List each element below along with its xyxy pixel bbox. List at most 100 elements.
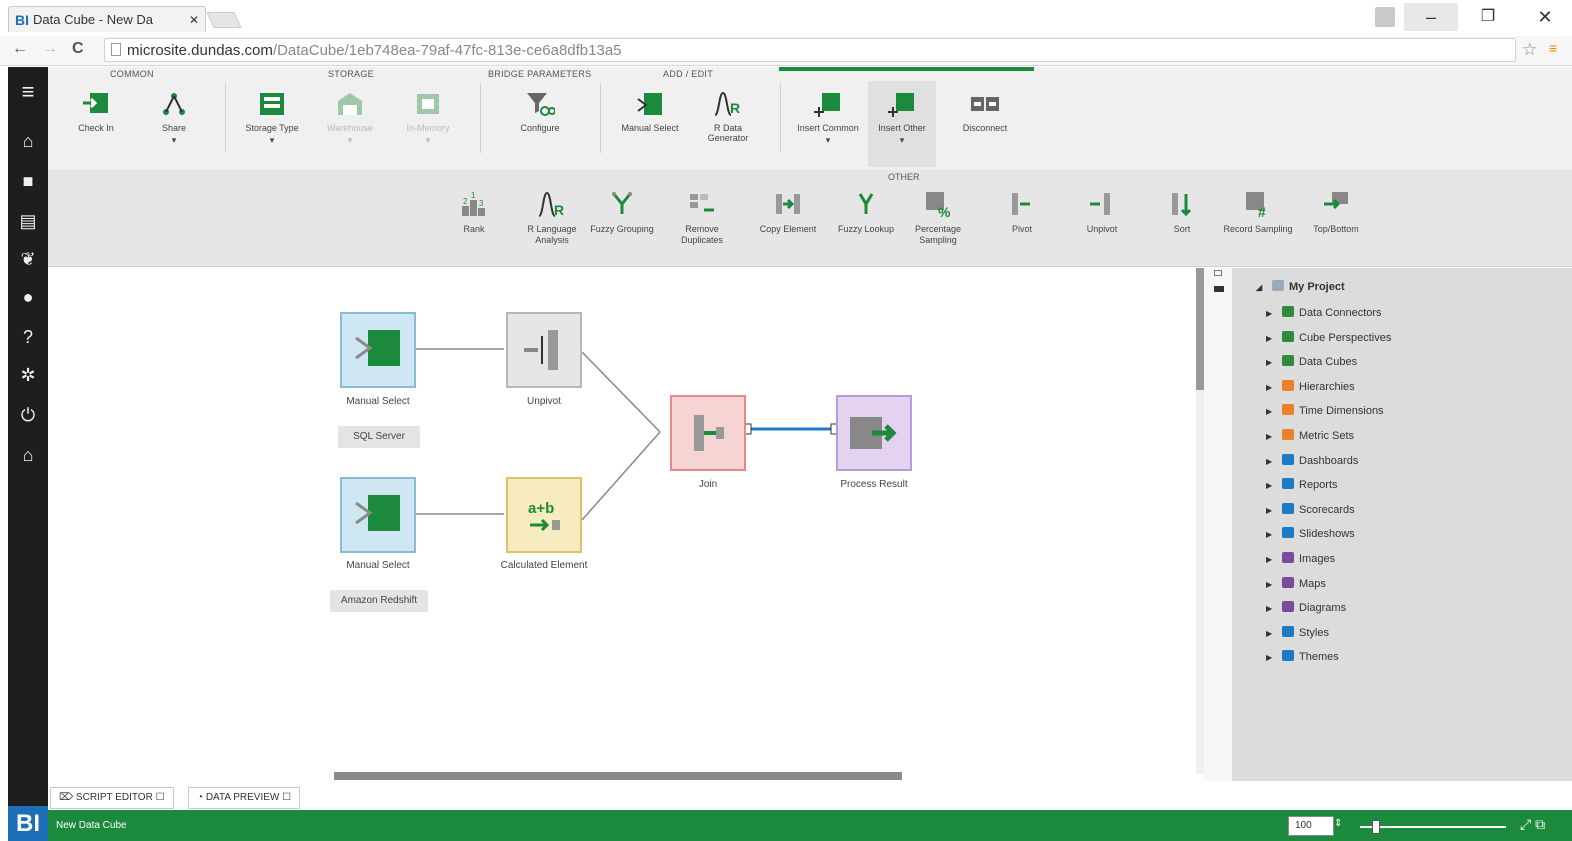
horizontal-scrollbar-thumb[interactable] [334,772,902,780]
tree-item[interactable]: ▶ Slideshows [1266,527,1355,540]
rank-button[interactable]: 213 Rank [438,186,510,235]
fuzzy-lookup-button[interactable]: Fuzzy Lookup [830,186,902,235]
tree-item[interactable]: ▶ Dashboards [1266,453,1358,467]
zoom-input[interactable]: 100 [1288,816,1334,836]
expand-arrow-icon[interactable]: ▶ [1266,383,1274,392]
help-icon[interactable]: ? [8,327,48,348]
expand-arrow-icon[interactable]: ▶ [1266,604,1274,613]
vertical-scrollbar-thumb[interactable] [1196,268,1204,390]
minimize-button[interactable]: – [1404,3,1458,31]
panel-toggle-icon[interactable] [1214,286,1224,292]
pivot-button[interactable]: Pivot [986,186,1058,235]
manual-select-button[interactable]: Manual Select [616,81,684,167]
maximize-button[interactable]: ❐ [1468,3,1508,31]
expand-arrow-icon[interactable]: ▶ [1266,653,1274,662]
tree-item[interactable]: ▶ Cube Perspectives [1266,330,1391,344]
browser-menu-icon[interactable]: ≡ [1549,41,1563,55]
back-icon[interactable]: ← [12,40,28,58]
fit-to-screen-icon[interactable]: ⤢ ⧉ [1520,816,1545,833]
user-icon[interactable]: ● [8,287,48,308]
zoom-slider-thumb[interactable] [1372,820,1380,834]
node-process-result[interactable] [836,395,912,471]
insert-other-caret-icon[interactable]: ▾ [868,135,936,146]
tree-item[interactable]: ▶ Data Cubes [1266,355,1357,368]
expand-arrow-icon[interactable]: ▶ [1266,481,1274,490]
share-button[interactable]: Share ▾ [140,81,208,167]
forward-icon[interactable]: → [42,40,58,58]
node-unpivot[interactable] [506,312,582,388]
configure-button[interactable]: Configure [506,81,574,167]
tree-item[interactable]: ▶ Styles [1266,625,1329,639]
tab-script-editor[interactable]: ⌦ SCRIPT EDITOR ☐ [50,787,174,809]
expand-arrow-icon[interactable]: ▶ [1266,358,1274,367]
expand-arrow-icon[interactable]: ▶ [1266,530,1274,539]
reload-icon[interactable]: C [72,40,84,58]
top-bottom-button[interactable]: Top/Bottom [1300,186,1372,235]
url-field[interactable]: microsite.dundas.com/DataCube/1eb748ea-7… [104,38,1516,62]
storage-type-button[interactable]: Storage Type ▾ [238,81,306,167]
insert-common-button[interactable]: Insert Common ▾ [794,81,862,167]
node-manual-select-2[interactable] [340,477,416,553]
tree-item[interactable]: ▶ Reports [1266,478,1338,491]
close-tab-icon[interactable]: ✕ [189,13,199,27]
node-join[interactable] [670,395,746,471]
insert-other-button[interactable]: Insert Other ▾ [868,81,936,167]
home-secondary-icon[interactable]: ⌂ [8,445,48,466]
expand-arrow-icon[interactable]: ▶ [1266,580,1274,589]
r-language-analysis-button[interactable]: R R Language Analysis [516,186,588,246]
settings-gear-icon[interactable]: ✲ [8,365,48,386]
record-sampling-button[interactable]: # Record Sampling [1222,186,1294,235]
pin-icon[interactable] [1214,270,1222,276]
copy-element-button[interactable]: Copy Element [752,186,824,235]
node-manual-select-1[interactable] [340,312,416,388]
storage-type-caret-icon[interactable]: ▾ [238,135,306,146]
tree-item[interactable]: ▶ Themes [1266,650,1339,663]
hamburger-menu-icon[interactable]: ≡ [8,79,48,105]
share-caret-icon[interactable]: ▾ [140,135,208,146]
document-icon[interactable]: ▤ [8,211,48,232]
expand-arrow-icon[interactable]: ▶ [1266,555,1274,564]
leaf-icon[interactable]: ❦ [8,249,48,270]
expand-arrow-icon[interactable]: ▶ [1266,407,1274,416]
node-calculated-element[interactable]: a+b [506,477,582,553]
tab-data-preview[interactable]: ◔ DATA PREVIEW ☐ [188,787,301,809]
in-memory-button[interactable]: In-Memory ▾ [394,81,462,167]
tree-item[interactable]: ▶ Images [1266,552,1335,565]
expand-arrow-icon[interactable]: ▶ [1266,457,1274,466]
user-profile-icon[interactable] [1375,7,1395,27]
r-data-generator-button[interactable]: R R Data Generator [694,81,762,167]
expand-arrow-icon[interactable]: ▶ [1266,309,1274,318]
expand-arrow-icon[interactable]: ▶ [1266,506,1274,515]
tree-item[interactable]: ▶ Hierarchies [1266,379,1355,393]
warehouse-button[interactable]: Warehouse ▾ [316,81,384,167]
fuzzy-grouping-button[interactable]: Fuzzy Grouping [586,186,658,235]
tree-root[interactable]: ◢ My Project [1256,280,1345,293]
expand-arrow-icon[interactable]: ▶ [1266,629,1274,638]
tree-item[interactable]: ▶ Metric Sets [1266,429,1354,442]
remove-duplicates-button[interactable]: Remove Duplicates [666,186,738,246]
unpivot-button[interactable]: Unpivot [1066,186,1138,235]
tree-item[interactable]: ▶ Maps [1266,576,1326,590]
briefcase-icon[interactable]: ■ [8,171,48,192]
in-memory-caret-icon[interactable]: ▾ [394,135,462,146]
close-window-button[interactable]: ✕ [1525,3,1565,31]
tree-item[interactable]: ▶ Scorecards [1266,502,1355,516]
tree-item[interactable]: ▶ Data Connectors [1266,306,1382,319]
power-icon[interactable]: ⏻ [8,405,48,426]
insert-common-caret-icon[interactable]: ▾ [794,135,862,146]
zoom-slider-track[interactable] [1360,826,1506,828]
browser-tab[interactable]: BI Data Cube - New Da ✕ [8,6,206,32]
expand-arrow-icon[interactable]: ▶ [1266,432,1274,441]
sort-button[interactable]: Sort [1146,186,1218,235]
zoom-spinner-icon[interactable]: ⇕ [1334,818,1342,829]
disconnect-button[interactable]: Disconnect [948,81,1022,167]
popout-icon[interactable]: ☐ [153,792,165,803]
warehouse-caret-icon[interactable]: ▾ [316,135,384,146]
bookmark-star-icon[interactable]: ☆ [1522,40,1537,60]
home-icon[interactable]: ⌂ [8,131,48,152]
percentage-sampling-button[interactable]: % Percentage Sampling [902,186,974,246]
tree-item[interactable]: ▶ Diagrams [1266,601,1346,614]
expand-arrow-icon[interactable]: ▶ [1266,334,1274,343]
check-in-button[interactable]: Check In [62,81,130,167]
collapse-arrow-icon[interactable]: ◢ [1256,283,1264,292]
